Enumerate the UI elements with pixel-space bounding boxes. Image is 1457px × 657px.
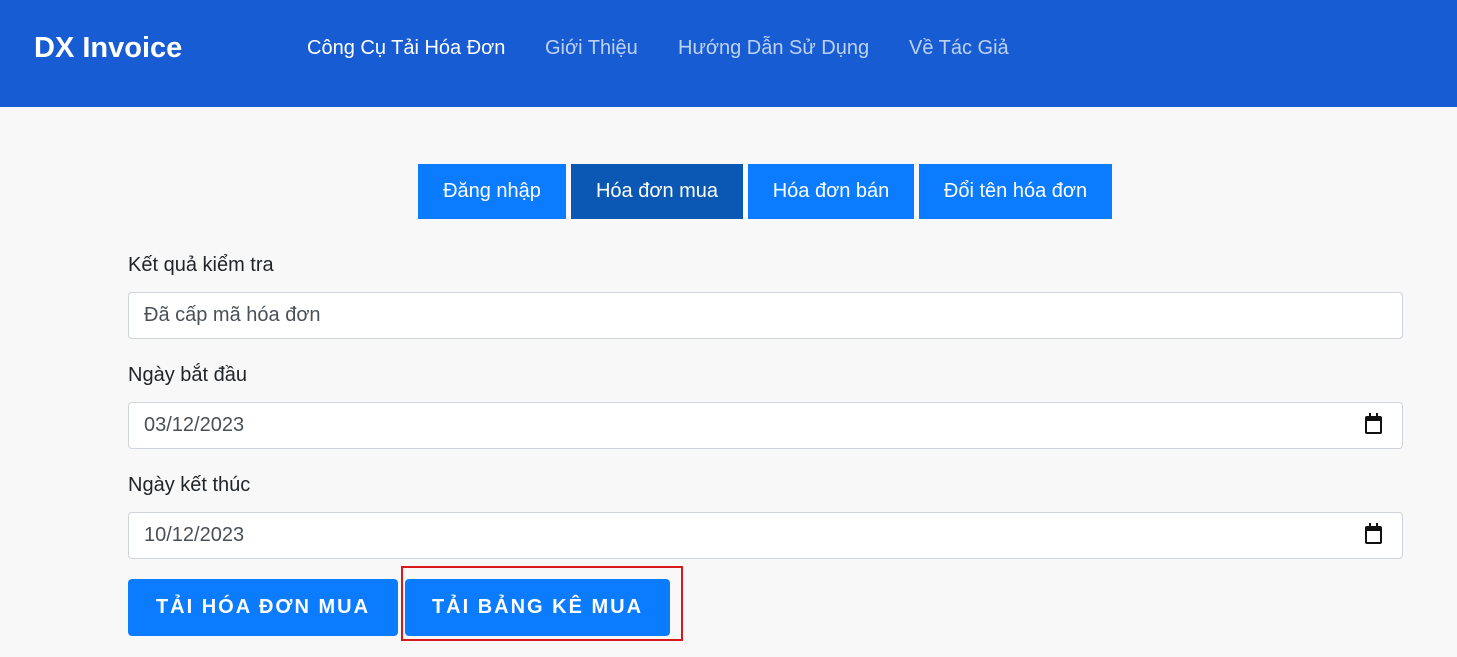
check-result-label: Kết quả kiểm tra [128,254,274,276]
tab-login[interactable]: Đăng nhập [418,164,566,219]
download-purchase-invoices-button[interactable]: TẢI HÓA ĐƠN MUA [128,579,398,636]
end-date-value: 10/12/2023 [144,524,245,546]
end-date-input[interactable]: 10/12/2023 [128,512,1403,559]
check-result-select[interactable]: Đã cấp mã hóa đơn [128,292,1403,339]
tab-rename-invoices[interactable]: Đổi tên hóa đơn [919,164,1112,219]
nav-link-download-tool[interactable]: Công Cụ Tải Hóa Đơn [307,35,505,61]
start-date-input[interactable]: 03/12/2023 [128,402,1403,449]
nav-link-about[interactable]: Giới Thiệu [545,35,638,61]
brand-logo[interactable]: DX Invoice [34,30,182,66]
calendar-icon[interactable] [1365,523,1382,544]
top-navbar: DX Invoice Công Cụ Tải Hóa Đơn Giới Thiệ… [0,0,1457,107]
end-date-label: Ngày kết thúc [128,474,251,496]
tab-sales-invoices[interactable]: Hóa đơn bán [748,164,914,219]
calendar-icon[interactable] [1365,413,1382,434]
nav-link-user-guide[interactable]: Hướng Dẫn Sử Dụng [678,35,869,61]
tab-purchase-invoices[interactable]: Hóa đơn mua [571,164,743,219]
nav-link-author[interactable]: Về Tác Giả [909,35,1009,61]
start-date-label: Ngày bắt đầu [128,364,247,386]
start-date-value: 03/12/2023 [144,414,245,436]
download-purchase-list-button[interactable]: TẢI BẢNG KÊ MUA [405,579,670,636]
